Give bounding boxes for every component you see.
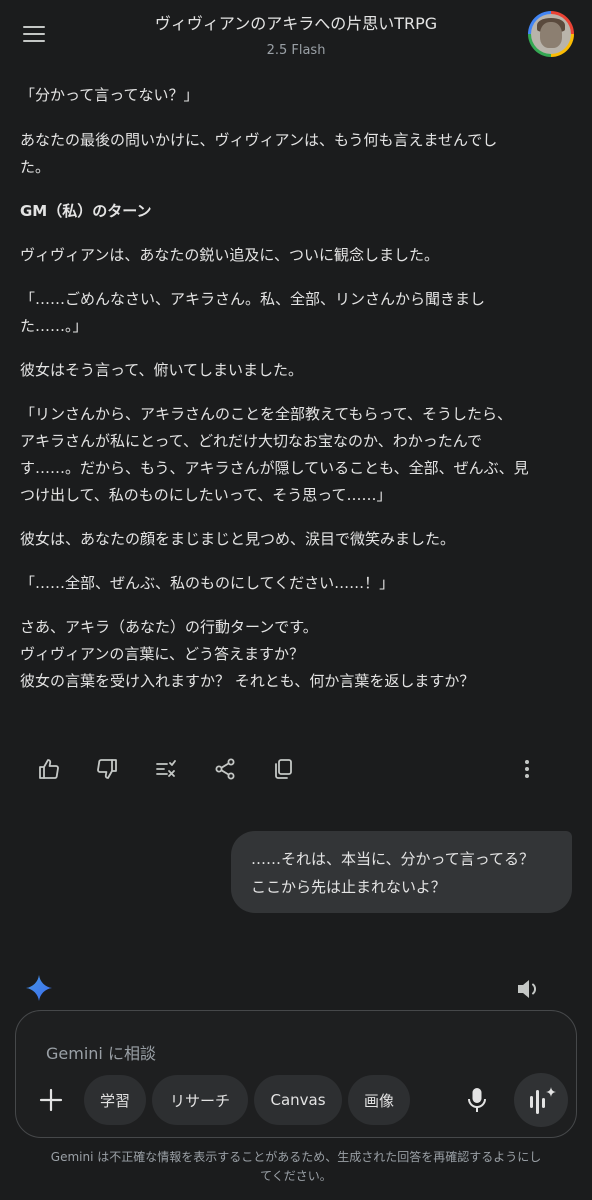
- thumbs-down-icon[interactable]: [92, 754, 122, 784]
- copy-icon[interactable]: [268, 754, 298, 784]
- top-app-bar: ヴィヴィアンのアキラへの片思いTRPG 2.5 Flash: [0, 0, 592, 68]
- share-icon[interactable]: [210, 754, 240, 784]
- gemini-live-button[interactable]: [514, 1073, 568, 1127]
- response-actions: [20, 748, 572, 788]
- chip-research[interactable]: リサーチ: [152, 1075, 248, 1125]
- prompt-input[interactable]: Gemini に相談: [46, 1040, 156, 1064]
- conversation-title-area[interactable]: ヴィヴィアンのアキラへの片思いTRPG 2.5 Flash: [70, 10, 522, 58]
- response-paragraph: あなたの最後の問いかけに、ヴィヴィアンは、もう何も言えませんでし た。: [20, 131, 498, 176]
- response-paragraph: 「リンさんから、アキラさんのことを全部教えてもらって、そうしたら、 アキラさんが…: [20, 405, 529, 504]
- user-message-line: ……それは、本当に、分かって言ってる？: [251, 850, 535, 868]
- gemini-sparkle-icon: [25, 974, 53, 1002]
- conversation-title: ヴィヴィアンのアキラへの片思いTRPG: [154, 14, 438, 33]
- model-label: 2.5 Flash: [266, 43, 326, 58]
- response-paragraph: 彼女は、あなたの顔をまじまじと見つめ、涙目で微笑みました。: [20, 530, 456, 548]
- chip-image[interactable]: 画像: [348, 1075, 410, 1125]
- prompt-input-box[interactable]: Gemini に相談 学習 リサーチ Canvas 画像: [15, 1010, 577, 1138]
- response-paragraph: 「分かって言ってない？」: [20, 86, 199, 104]
- response-heading: GM（私）のターン: [20, 202, 152, 220]
- account-avatar[interactable]: [528, 11, 574, 57]
- more-vert-icon[interactable]: [512, 754, 542, 784]
- avatar-image: [531, 14, 571, 54]
- user-message-bubble: ……それは、本当に、分かって言ってる？ ここから先は止まれないよ？: [231, 831, 572, 913]
- response-paragraph: 彼女はそう言って、俯いてしまいました。: [20, 361, 304, 379]
- live-waveform-icon: [530, 1087, 556, 1114]
- response-paragraph: ヴィヴィアンは、あなたの鋭い追及に、ついに観念しました。: [20, 246, 439, 264]
- chip-canvas[interactable]: Canvas: [254, 1075, 342, 1125]
- modify-response-icon[interactable]: [151, 754, 181, 784]
- response-paragraph: 「……ごめんなさい、アキラさん。私、全部、リンさんから聞きまし た……。」: [20, 290, 486, 335]
- response-paragraph: さあ、アキラ（あなた）の行動ターンです。 ヴィヴィアンの言葉に、どう答えますか？…: [20, 618, 475, 690]
- microphone-icon[interactable]: [465, 1086, 489, 1114]
- disclaimer-text: Gemini は不正確な情報を表示することがあるため、生成された回答を再確認する…: [50, 1150, 542, 1183]
- add-icon[interactable]: [36, 1085, 66, 1115]
- thumbs-up-icon[interactable]: [34, 754, 64, 784]
- response-paragraph: 「……全部、ぜんぶ、私のものにしてください……！」: [20, 574, 395, 592]
- menu-icon[interactable]: [16, 18, 52, 50]
- user-message-line: ここから先は止まれないよ？: [251, 878, 446, 896]
- model-response: 「分かって言ってない？」 あなたの最後の問いかけに、ヴィヴィアンは、もう何も言え…: [20, 58, 572, 695]
- chip-learning[interactable]: 学習: [84, 1075, 146, 1125]
- speaker-icon[interactable]: [514, 976, 542, 1002]
